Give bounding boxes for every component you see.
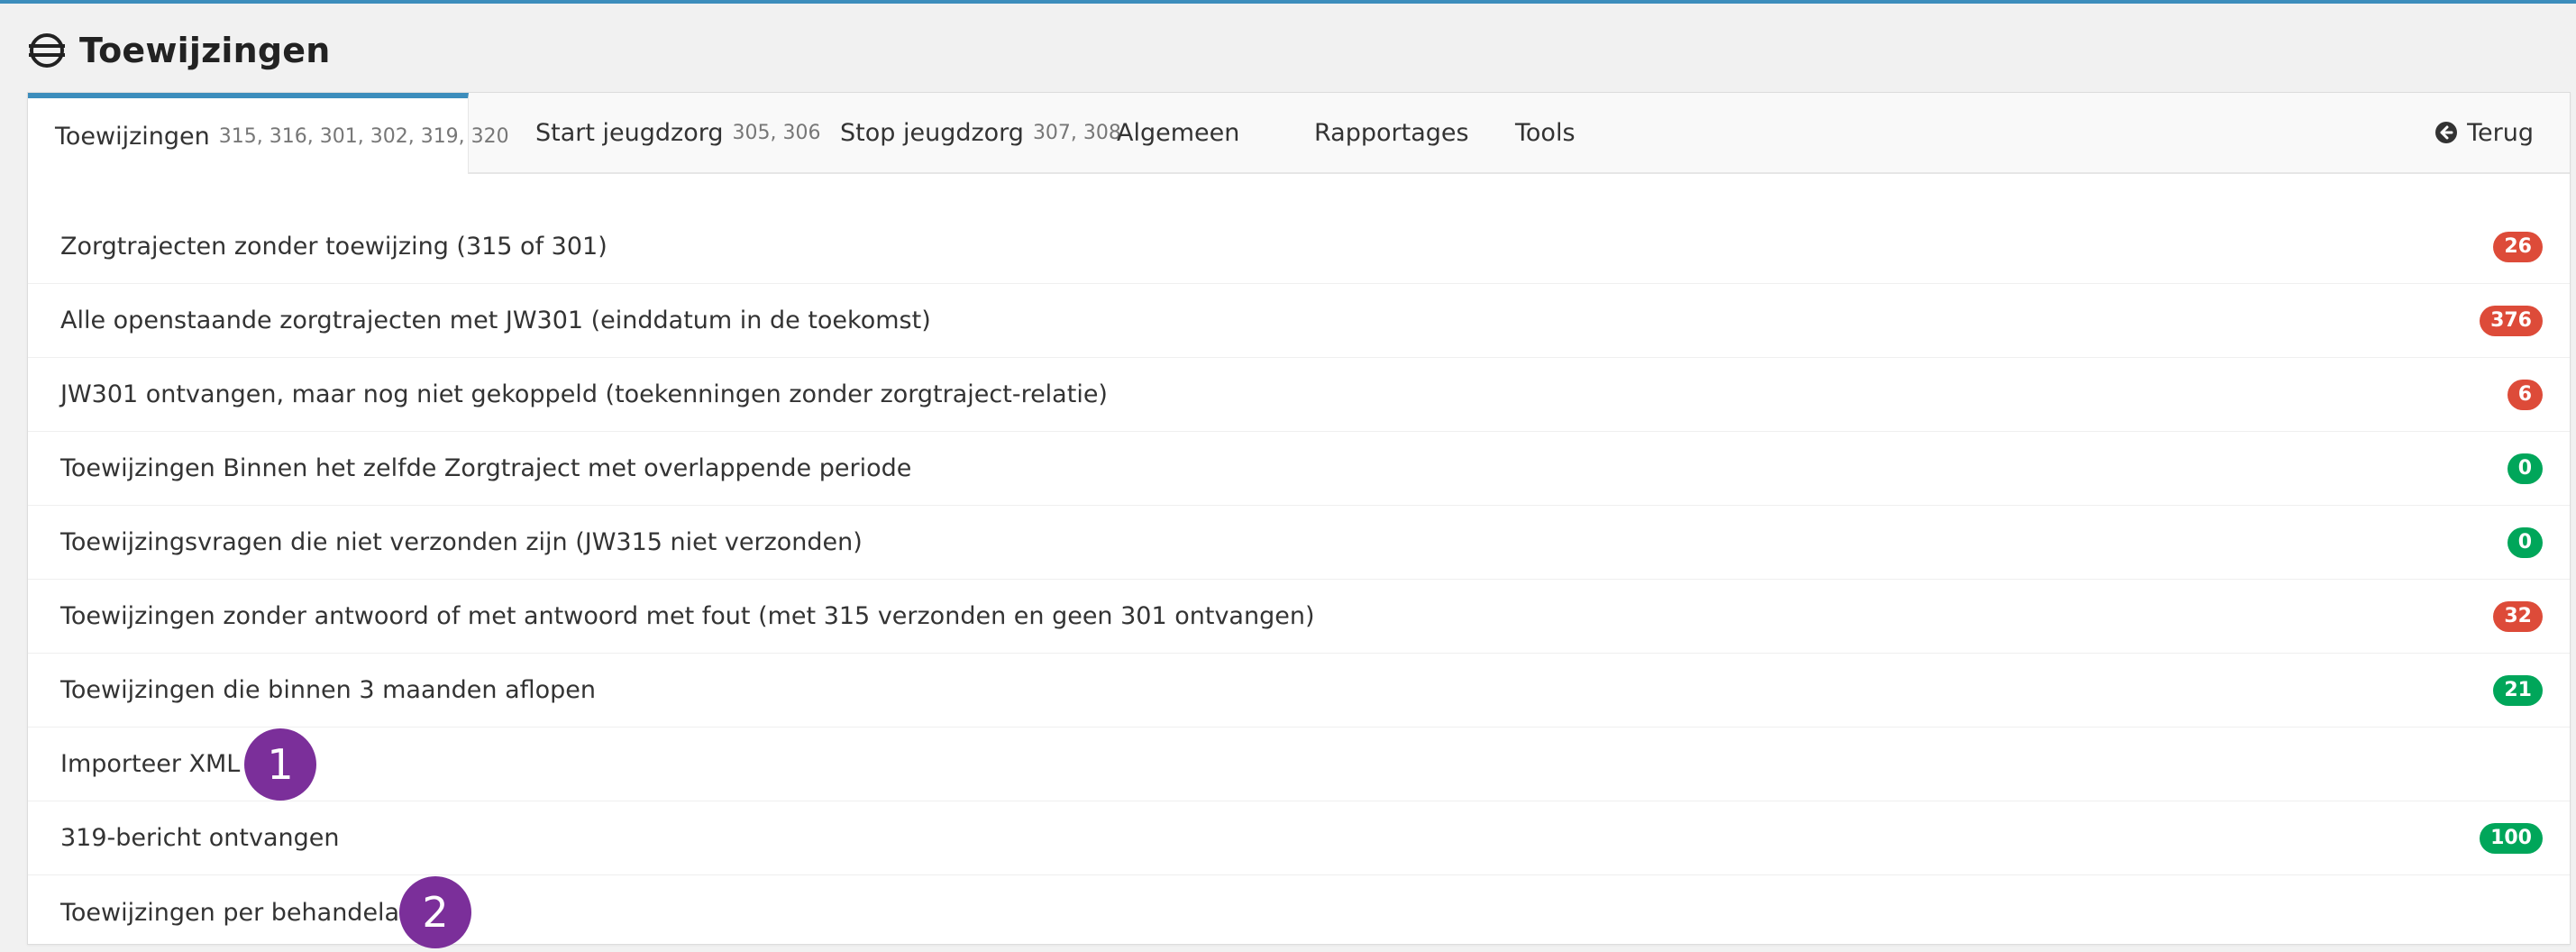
list-item-label: Toewijzingen die binnen 3 maanden aflope… [60, 676, 596, 704]
count-badge: 100 [2480, 822, 2543, 854]
list-item[interactable]: JW301 ontvangen, maar nog niet gekoppeld… [28, 358, 2570, 432]
tab-label: Toewijzingen [55, 122, 210, 151]
list-item[interactable]: Toewijzingsvragen die niet verzonden zij… [28, 506, 2570, 580]
page-title: Toewijzingen [79, 31, 331, 70]
count-badge: 376 [2480, 305, 2543, 336]
top-accent-bar [0, 0, 2576, 4]
list-item-label: Importeer XML [60, 750, 241, 778]
list-item-label: Toewijzingen zonder antwoord of met antw… [60, 602, 1315, 630]
tab-label: Start jeugdzorg [535, 118, 724, 147]
list-item-label: Zorgtrajecten zonder toewijzing (315 of … [60, 233, 607, 261]
tab-label: Algemeen [1117, 118, 1240, 147]
arrow-circle-left-icon [2435, 122, 2458, 143]
count-badge: 21 [2493, 674, 2543, 706]
tab-codes: 305, 306 [732, 121, 821, 144]
toewijzingen-logo-icon [29, 33, 65, 68]
list-item-per-behandelaar[interactable]: Toewijzingen per behandelaar 2 [28, 875, 2570, 949]
list-item-label: Toewijzingsvragen die niet verzonden zij… [60, 528, 863, 556]
list-item-label: JW301 ontvangen, maar nog niet gekoppeld… [60, 380, 1108, 408]
list-item[interactable]: Toewijzingen Binnen het zelfde Zorgtraje… [28, 432, 2570, 506]
report-list: Zorgtrajecten zonder toewijzing (315 of … [28, 210, 2570, 949]
tab-start-jeugdzorg[interactable]: Start jeugdzorg 305, 306 [508, 93, 847, 172]
back-label: Terug [2467, 118, 2534, 147]
count-badge: 6 [2507, 379, 2543, 410]
content-box: Toewijzingen 315, 316, 301, 302, 319, 32… [27, 92, 2571, 948]
count-badge: 0 [2507, 526, 2543, 558]
step-marker-2: 2 [399, 876, 471, 948]
list-item-label: Toewijzingen Binnen het zelfde Zorgtraje… [60, 454, 912, 482]
page-header: Toewijzingen [27, 23, 331, 78]
list-item-label: 319-bericht ontvangen [60, 824, 340, 852]
list-item[interactable]: 319-bericht ontvangen 100 [28, 801, 2570, 875]
back-button[interactable]: Terug [2434, 93, 2534, 172]
list-item[interactable]: Alle openstaande zorgtrajecten met JW301… [28, 284, 2570, 358]
tab-label: Stop jeugdzorg [840, 118, 1024, 147]
list-item-importeer-xml[interactable]: Importeer XML 1 [28, 728, 2570, 801]
list-item[interactable]: Zorgtrajecten zonder toewijzing (315 of … [28, 210, 2570, 284]
tab-rapportages[interactable]: Rapportages [1287, 93, 1496, 172]
list-item[interactable]: Toewijzingen die binnen 3 maanden aflope… [28, 654, 2570, 728]
count-badge: 32 [2493, 600, 2543, 632]
list-item-label: Toewijzingen per behandelaar [60, 898, 425, 927]
tab-label: Tools [1515, 118, 1576, 147]
tab-codes: 315, 316, 301, 302, 319, 320 [218, 124, 509, 148]
tab-toewijzingen[interactable]: Toewijzingen 315, 316, 301, 302, 319, 32… [28, 93, 509, 174]
tab-bar: Toewijzingen 315, 316, 301, 302, 319, 32… [28, 93, 2570, 174]
tab-tools[interactable]: Tools [1488, 93, 1603, 172]
count-badge: 26 [2493, 231, 2543, 262]
step-marker-1: 1 [244, 728, 316, 801]
tab-algemeen[interactable]: Algemeen [1090, 93, 1266, 172]
list-item-label: Alle openstaande zorgtrajecten met JW301… [60, 307, 931, 334]
count-badge: 0 [2507, 453, 2543, 484]
tab-label: Rapportages [1314, 118, 1469, 147]
list-item[interactable]: Toewijzingen zonder antwoord of met antw… [28, 580, 2570, 654]
